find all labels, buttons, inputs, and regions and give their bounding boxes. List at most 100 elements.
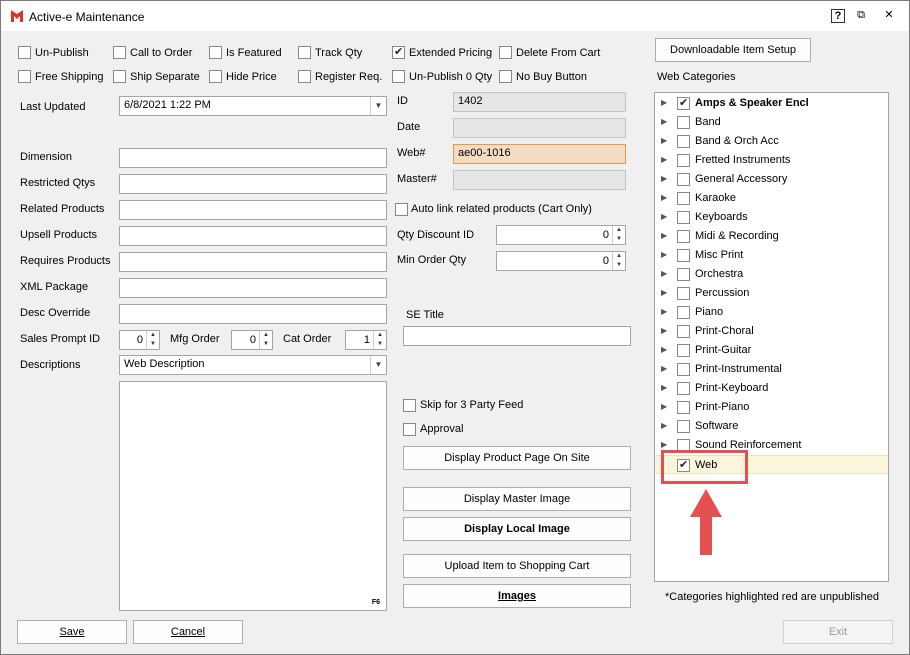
related-products-field[interactable] bbox=[119, 200, 387, 220]
spin-down-icon[interactable]: ▼ bbox=[612, 235, 625, 244]
category-checkbox[interactable] bbox=[677, 363, 690, 376]
category-checkbox[interactable] bbox=[677, 192, 690, 205]
category-checkbox[interactable] bbox=[677, 401, 690, 414]
spin-down-icon[interactable]: ▼ bbox=[373, 340, 386, 349]
images-button[interactable]: Images bbox=[403, 584, 631, 608]
display-local-image-button[interactable]: Display Local Image bbox=[403, 517, 631, 541]
requires-products-field[interactable] bbox=[119, 252, 387, 272]
se-title-field[interactable] bbox=[403, 326, 631, 346]
expand-arrow-icon[interactable]: ▶ bbox=[661, 402, 667, 411]
category-row-fretted[interactable]: ▶ Fretted Instruments bbox=[655, 151, 888, 170]
upsell-products-field[interactable] bbox=[119, 226, 387, 246]
close-button[interactable]: ✕ bbox=[882, 9, 896, 23]
register-req-checkbox[interactable] bbox=[298, 70, 311, 83]
category-row-print-guitar[interactable]: ▶ Print-Guitar bbox=[655, 341, 888, 360]
category-checkbox[interactable] bbox=[677, 420, 690, 433]
category-checkbox[interactable] bbox=[677, 287, 690, 300]
spin-up-icon[interactable]: ▲ bbox=[612, 252, 625, 261]
category-row-print-choral[interactable]: ▶ Print-Choral bbox=[655, 322, 888, 341]
display-master-image-button[interactable]: Display Master Image bbox=[403, 487, 631, 511]
ship-separate-checkbox[interactable] bbox=[113, 70, 126, 83]
category-checkbox[interactable] bbox=[677, 306, 690, 319]
category-checkbox[interactable] bbox=[677, 96, 690, 110]
category-checkbox[interactable] bbox=[677, 344, 690, 357]
approval-checkbox[interactable] bbox=[403, 423, 416, 436]
spin-up-icon[interactable]: ▲ bbox=[259, 331, 272, 340]
spin-down-icon[interactable]: ▼ bbox=[259, 340, 272, 349]
spin-up-icon[interactable]: ▲ bbox=[146, 331, 159, 340]
expand-arrow-icon[interactable]: ▶ bbox=[661, 421, 667, 430]
category-row-keyboards[interactable]: ▶ Keyboards bbox=[655, 208, 888, 227]
category-row-band-orch-acc[interactable]: ▶ Band & Orch Acc bbox=[655, 132, 888, 151]
category-checkbox[interactable] bbox=[677, 249, 690, 262]
xml-package-field[interactable] bbox=[119, 278, 387, 298]
expand-arrow-icon[interactable]: ▶ bbox=[661, 307, 667, 316]
free-shipping-checkbox[interactable] bbox=[18, 70, 31, 83]
call-to-order-checkbox[interactable] bbox=[113, 46, 126, 59]
category-checkbox[interactable] bbox=[677, 382, 690, 395]
no-buy-button-checkbox[interactable] bbox=[499, 70, 512, 83]
category-row-general-accessory[interactable]: ▶ General Accessory bbox=[655, 170, 888, 189]
unpublish-checkbox[interactable] bbox=[18, 46, 31, 59]
extended-pricing-checkbox[interactable] bbox=[392, 45, 405, 59]
cancel-button[interactable]: Cancel bbox=[133, 620, 243, 644]
chevron-down-icon[interactable]: ▼ bbox=[370, 97, 386, 115]
expand-arrow-icon[interactable]: ▶ bbox=[661, 136, 667, 145]
spin-down-icon[interactable]: ▼ bbox=[146, 340, 159, 349]
expand-arrow-icon[interactable]: ▶ bbox=[661, 117, 667, 126]
category-row-percussion[interactable]: ▶ Percussion bbox=[655, 284, 888, 303]
spin-up-icon[interactable]: ▲ bbox=[373, 331, 386, 340]
cat-order-spinner[interactable]: 1 ▲ ▼ bbox=[345, 330, 387, 350]
descriptions-dropdown[interactable]: Web Description ▼ bbox=[119, 355, 387, 375]
category-checkbox[interactable] bbox=[677, 268, 690, 281]
expand-arrow-icon[interactable]: ▶ bbox=[661, 250, 667, 259]
is-featured-checkbox[interactable] bbox=[209, 46, 222, 59]
category-row-print-piano[interactable]: ▶ Print-Piano bbox=[655, 398, 888, 417]
qty-discount-spinner[interactable]: 0 ▲ ▼ bbox=[496, 225, 626, 245]
category-checkbox[interactable] bbox=[677, 154, 690, 167]
skip-third-party-feed-checkbox[interactable] bbox=[403, 399, 416, 412]
save-button[interactable]: Save bbox=[17, 620, 127, 644]
expand-arrow-icon[interactable]: ▶ bbox=[661, 174, 667, 183]
category-row-misc-print[interactable]: ▶ Misc Print bbox=[655, 246, 888, 265]
category-checkbox[interactable] bbox=[677, 211, 690, 224]
category-checkbox[interactable] bbox=[677, 325, 690, 338]
category-checkbox[interactable] bbox=[677, 116, 690, 129]
track-qty-checkbox[interactable] bbox=[298, 46, 311, 59]
last-updated-dropdown[interactable]: 6/8/2021 1:22 PM ▼ bbox=[119, 96, 387, 116]
display-product-page-button[interactable]: Display Product Page On Site bbox=[403, 446, 631, 470]
expand-arrow-icon[interactable]: ▶ bbox=[661, 155, 667, 164]
exit-button[interactable]: Exit bbox=[783, 620, 893, 644]
category-row-piano[interactable]: ▶ Piano bbox=[655, 303, 888, 322]
restricted-qtys-field[interactable] bbox=[119, 174, 387, 194]
category-checkbox[interactable] bbox=[677, 135, 690, 148]
web-number-field[interactable]: ae00-1016 bbox=[453, 144, 626, 164]
spin-up-icon[interactable]: ▲ bbox=[612, 226, 625, 235]
expand-arrow-icon[interactable]: ▶ bbox=[661, 231, 667, 240]
downloadable-item-setup-button[interactable]: Downloadable Item Setup bbox=[655, 38, 811, 62]
sales-prompt-spinner[interactable]: 0 ▲ ▼ bbox=[119, 330, 160, 350]
delete-from-cart-checkbox[interactable] bbox=[499, 46, 512, 59]
category-checkbox[interactable] bbox=[677, 173, 690, 186]
expand-arrow-icon[interactable]: ▶ bbox=[661, 440, 667, 449]
expand-arrow-icon[interactable]: ▶ bbox=[661, 193, 667, 202]
category-row-midi-recording[interactable]: ▶ Midi & Recording bbox=[655, 227, 888, 246]
spin-down-icon[interactable]: ▼ bbox=[612, 261, 625, 270]
desc-override-field[interactable] bbox=[119, 304, 387, 324]
category-checkbox[interactable] bbox=[677, 230, 690, 243]
category-row-software[interactable]: ▶ Software bbox=[655, 417, 888, 436]
expand-arrow-icon[interactable]: ▶ bbox=[661, 269, 667, 278]
expand-arrow-icon[interactable]: ▶ bbox=[661, 364, 667, 373]
restore-button[interactable]: ⧉ bbox=[854, 9, 868, 23]
upload-to-cart-button[interactable]: Upload Item to Shopping Cart bbox=[403, 554, 631, 578]
dimension-field[interactable] bbox=[119, 148, 387, 168]
min-order-qty-spinner[interactable]: 0 ▲ ▼ bbox=[496, 251, 626, 271]
expand-arrow-icon[interactable]: ▶ bbox=[661, 212, 667, 221]
expand-arrow-icon[interactable]: ▶ bbox=[661, 98, 667, 107]
category-row-karaoke[interactable]: ▶ Karaoke bbox=[655, 189, 888, 208]
expand-arrow-icon[interactable]: ▶ bbox=[661, 345, 667, 354]
hide-price-checkbox[interactable] bbox=[209, 70, 222, 83]
category-row-print-keyboard[interactable]: ▶ Print-Keyboard bbox=[655, 379, 888, 398]
category-row-band[interactable]: ▶ Band bbox=[655, 113, 888, 132]
expand-arrow-icon[interactable]: ▶ bbox=[661, 383, 667, 392]
